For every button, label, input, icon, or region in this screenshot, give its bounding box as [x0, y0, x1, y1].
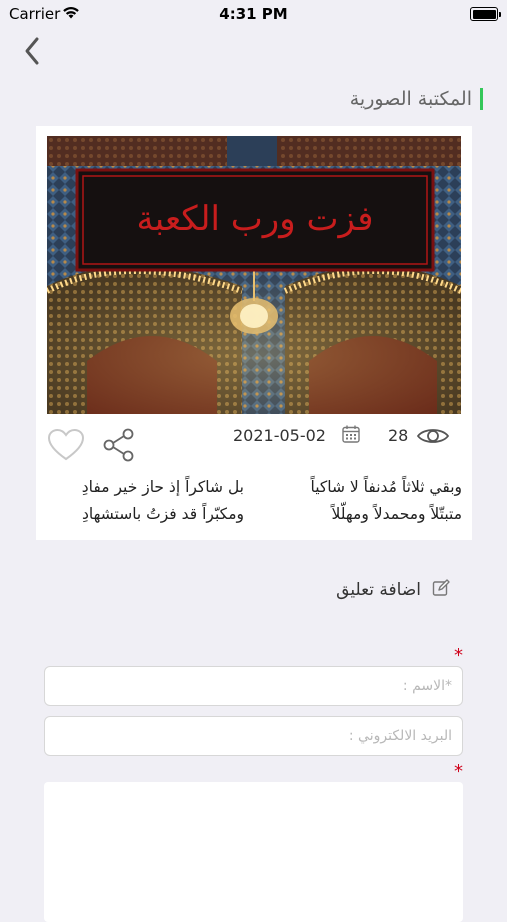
clock: 4:31 PM	[219, 5, 288, 23]
post-date: 2021-05-02	[233, 426, 326, 445]
add-comment-header[interactable]: اضافة تعليق	[336, 578, 451, 602]
banner-calligraphy: فزت ورب الكعبة	[137, 199, 374, 239]
post-card: فزت ورب الكعبة 2021-05-02 28 وبقي ثلاثاً…	[36, 126, 472, 540]
view-count: 28	[388, 426, 409, 445]
section-accent-bar	[480, 88, 483, 110]
required-mark: *	[454, 645, 463, 666]
eye-icon	[416, 425, 450, 451]
section-header: المكتبة الصورية	[350, 85, 483, 113]
edit-icon	[431, 578, 451, 602]
status-bar: Carrier 4:31 PM	[0, 0, 507, 30]
name-field[interactable]	[44, 666, 463, 706]
share-icon	[103, 428, 134, 462]
calendar-icon	[341, 424, 361, 448]
post-photo[interactable]: فزت ورب الكعبة	[47, 136, 461, 414]
shrine-image: فزت ورب الكعبة	[47, 136, 461, 414]
like-button[interactable]	[47, 428, 85, 466]
poem-line: متبتّلاً ومحمدلاً ومهلّلاً	[331, 505, 462, 523]
poem-line: وبقي ثلاثاً مُدنفاً لا شاكياً	[310, 478, 462, 496]
back-icon	[25, 37, 39, 65]
page-title: المكتبة الصورية	[349, 88, 472, 110]
poem-right-column: وبقي ثلاثاً مُدنفاً لا شاكياً متبتّلاً و…	[262, 474, 462, 528]
back-button[interactable]	[18, 34, 48, 68]
required-mark: *	[454, 761, 463, 782]
heart-icon	[47, 428, 85, 461]
comment-textarea[interactable]	[44, 782, 463, 922]
share-button[interactable]	[102, 428, 136, 466]
poem-line: بل شاكراً إذ حاز خير مفادِ	[81, 478, 244, 496]
add-comment-label: اضافة تعليق	[336, 580, 421, 600]
email-field[interactable]	[44, 716, 463, 756]
poem-line: ومكبّراً قد فزتُ باستشهادِ	[81, 505, 244, 523]
poem-left-column: بل شاكراً إذ حاز خير مفادِ ومكبّراً قد ف…	[44, 474, 244, 528]
battery-icon	[470, 7, 501, 21]
